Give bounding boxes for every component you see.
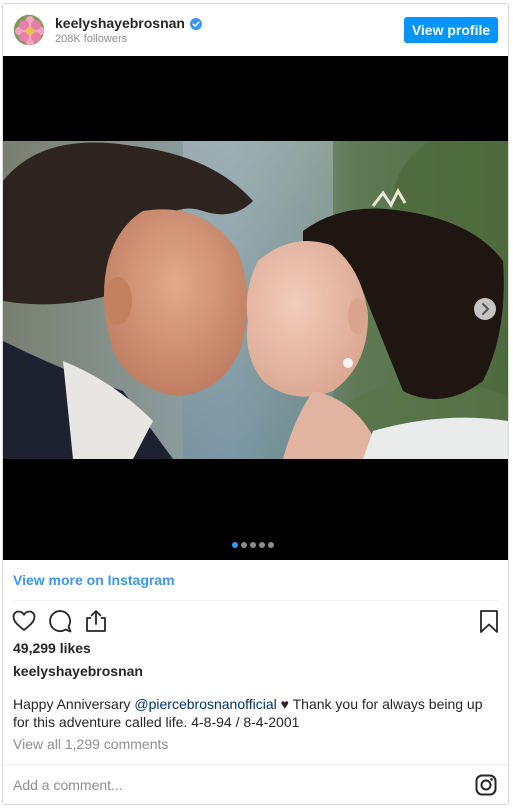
comment-input[interactable]: [13, 775, 453, 795]
next-slide-button[interactable]: [474, 298, 496, 320]
carousel-dot: [250, 542, 256, 548]
post-media[interactable]: [3, 56, 508, 560]
username-row: keelyshayebrosnan: [55, 15, 202, 31]
view-all-comments-link[interactable]: View all 1,299 comments: [13, 736, 168, 752]
caption-text: Happy Anniversary: [13, 696, 135, 712]
share-button[interactable]: [83, 608, 109, 634]
instagram-logo-link[interactable]: [475, 774, 497, 796]
view-more-on-instagram-link[interactable]: View more on Instagram: [13, 572, 175, 588]
instagram-icon: [475, 774, 497, 796]
share-icon: [86, 610, 106, 632]
carousel-dot-active: [232, 542, 238, 548]
bookmark-icon: [480, 610, 498, 633]
heart-icon: [12, 610, 36, 631]
caption-mention-link[interactable]: @piercebrosnanofficial: [134, 696, 276, 712]
post-photo: [3, 141, 508, 459]
post-header: keelyshayebrosnan 208K followers View pr…: [3, 4, 508, 56]
view-profile-button[interactable]: View profile: [404, 17, 498, 43]
chevron-right-icon: [482, 303, 489, 315]
username[interactable]: keelyshayebrosnan: [55, 15, 185, 31]
carousel-dot: [268, 542, 274, 548]
avatar[interactable]: [13, 14, 45, 46]
verified-badge-icon: [189, 17, 202, 30]
action-bar: [11, 608, 498, 636]
post-caption: Happy Anniversary @piercebrosnanofficial…: [13, 695, 499, 731]
instagram-embed-card: keelyshayebrosnan 208K followers View pr…: [2, 3, 509, 805]
carousel-dot: [241, 542, 247, 548]
avatar-flower-image: [14, 15, 44, 45]
carousel-dot: [259, 542, 265, 548]
comment-button[interactable]: [47, 608, 73, 634]
carousel-indicator: [232, 542, 274, 548]
comment-icon: [49, 610, 72, 633]
follower-count: 208K followers: [55, 33, 128, 45]
post-owner-username[interactable]: keelyshayebrosnan: [13, 663, 143, 679]
like-button[interactable]: [11, 608, 37, 634]
like-count[interactable]: 49,299 likes: [13, 640, 91, 656]
save-button[interactable]: [476, 608, 502, 634]
comment-bar: [3, 764, 508, 804]
divider: [13, 600, 498, 601]
